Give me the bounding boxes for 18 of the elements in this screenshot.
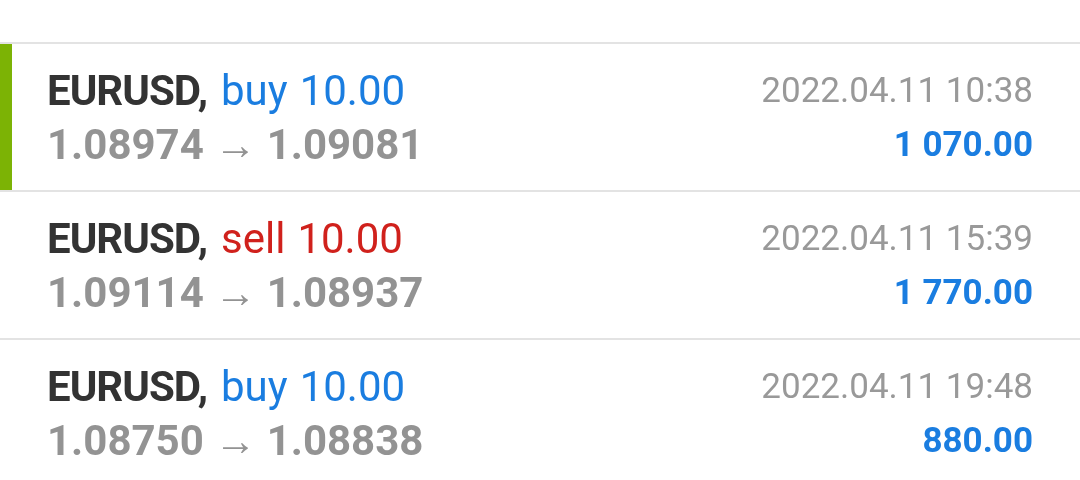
deal-row[interactable]: EURUSD, sell 10.00 1.09114 → 1.08937 2022.04.11 15:39 1 770.00 — [0, 192, 1080, 340]
deal-type: buy 10.00 — [221, 361, 406, 413]
deal-time: 2022.04.11 10:38 — [761, 69, 1033, 113]
deal-type: buy 10.00 — [221, 65, 406, 117]
deal-row[interactable]: EURUSD, buy 10.00 1.08750 → 1.08838 2022.04.11 19:48 880.00 — [0, 340, 1080, 480]
symbol: EURUSD, — [47, 213, 208, 265]
profit: 1 770.00 — [893, 271, 1033, 315]
deal-row[interactable]: EURUSD, buy 10.00 1.08974 → 1.09081 2022.04.11 10:38 1 070.00 — [0, 44, 1080, 192]
price-range: 1.08974 → 1.09081 — [47, 119, 424, 171]
profit: 880.00 — [922, 419, 1033, 463]
symbol: EURUSD, — [47, 361, 208, 413]
deal-type: sell 10.00 — [221, 213, 403, 265]
price-range: 1.08750 → 1.08838 — [47, 415, 424, 467]
symbol: EURUSD, — [47, 65, 208, 117]
deal-time: 2022.04.11 19:48 — [761, 365, 1033, 409]
deal-time: 2022.04.11 15:39 — [761, 217, 1033, 261]
price-range: 1.09114 → 1.08937 — [47, 267, 424, 319]
profit: 1 070.00 — [893, 123, 1033, 167]
